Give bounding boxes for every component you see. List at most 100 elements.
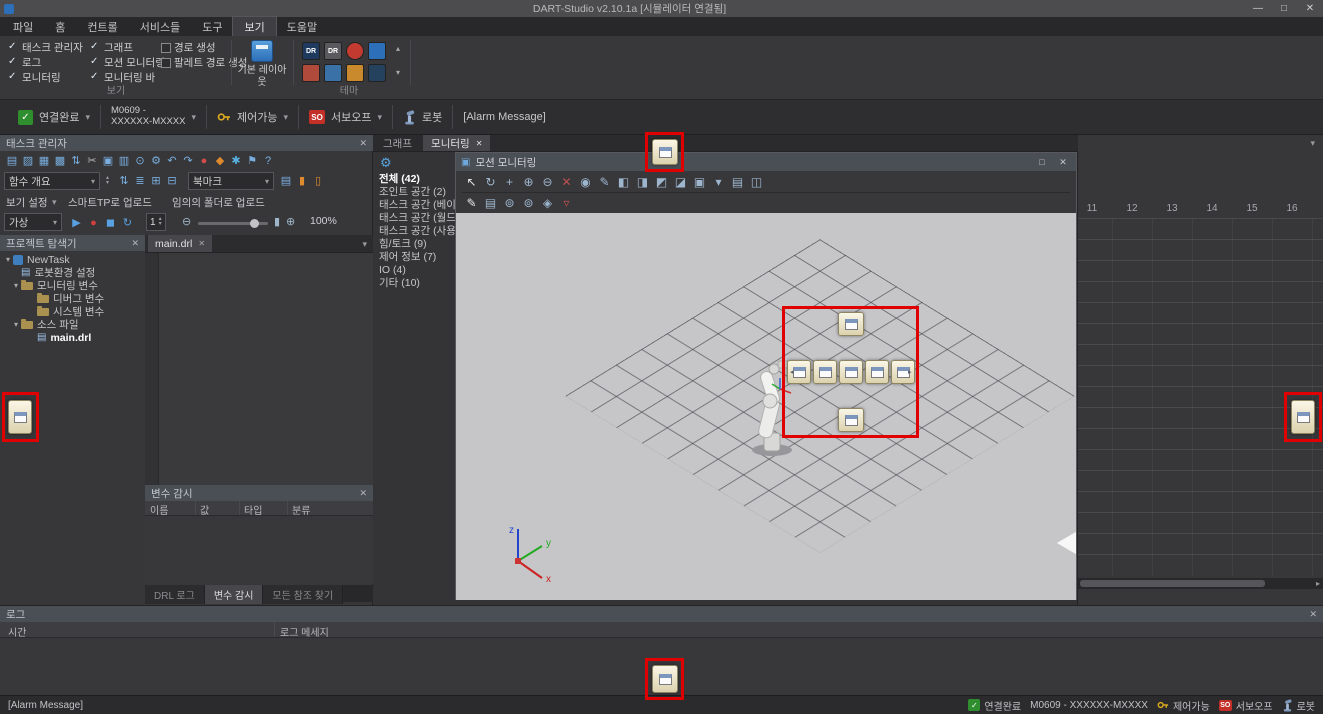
dock-cross-left[interactable]	[813, 360, 837, 384]
outline-tool-icon-1[interactable]: ≣	[132, 173, 148, 188]
watch-tab-1[interactable]: 변수 감시	[205, 585, 264, 604]
scrollbar-thumb[interactable]	[1080, 580, 1265, 587]
motion-tool-icon-0[interactable]: ✎	[462, 194, 481, 212]
close-button[interactable]: ✕	[1297, 3, 1323, 14]
dock-guide-bottom[interactable]	[652, 665, 678, 693]
menu-item-1[interactable]: 홈	[44, 17, 76, 36]
watch-tab-0[interactable]: DRL 로그	[145, 585, 205, 604]
connection-status-button[interactable]: ✓ 연결완료 ▾	[8, 100, 100, 134]
view-checkbox-1[interactable]: 로그	[8, 57, 83, 69]
tab-list-chevron-icon[interactable]: ▾	[362, 239, 367, 250]
statusbar-control[interactable]: 제어가능	[1157, 698, 1210, 713]
run-control-icon-3[interactable]: ↻	[119, 214, 136, 230]
expander-icon[interactable]: ▾	[3, 255, 13, 264]
menu-item-3[interactable]: 서비스들	[129, 17, 191, 36]
expander-icon[interactable]: ▾	[11, 281, 21, 290]
watch-col-value[interactable]: 값	[200, 502, 209, 517]
theme-preset-1[interactable]: DR	[302, 42, 320, 60]
motion-tool-icon-14[interactable]: ▤	[728, 173, 747, 191]
tm-toolbar-icon-16[interactable]: ?	[260, 154, 276, 169]
motion-tool-icon-6[interactable]: ◉	[576, 173, 595, 191]
motion-tool-icon-13[interactable]: ▾	[709, 173, 728, 191]
close-icon[interactable]: ✕	[359, 488, 367, 499]
watch-col-name[interactable]: 이름	[150, 502, 168, 517]
motion-tool-icon-5[interactable]: ▿	[557, 194, 576, 212]
menu-item-4[interactable]: 도구	[191, 17, 233, 36]
close-icon[interactable]: ✕	[131, 238, 139, 249]
motion-tool-icon-5[interactable]: ✕	[557, 173, 576, 191]
menu-item-0[interactable]: 파일	[2, 17, 44, 36]
motion-tool-icon-2[interactable]: ⊚	[500, 194, 519, 212]
default-layout-button[interactable]: 기본 레이아웃	[236, 40, 288, 92]
upload-smarttp-button[interactable]: 스마트TP로 업로드	[68, 195, 152, 210]
motion-tool-icon-15[interactable]: ◫	[747, 173, 766, 191]
view-checkbox-0[interactable]: 경로 생성	[160, 42, 247, 54]
motion-tool-icon-0[interactable]: ↖	[462, 173, 481, 191]
tree-item-main-drl[interactable]: ▤ main.drl	[0, 331, 145, 344]
tm-toolbar-icon-1[interactable]: ▨	[20, 153, 36, 168]
view-checkbox-0[interactable]: 그래프	[90, 42, 165, 54]
tab-graph[interactable]: 그래프	[375, 135, 420, 151]
watch-col-class[interactable]: 분류	[292, 502, 310, 517]
menu-item-6[interactable]: 도움말	[276, 17, 328, 36]
tm-toolbar-icon-0[interactable]: ▤	[4, 153, 20, 168]
gear-icon[interactable]: ⚙	[380, 155, 392, 171]
motion-tool-icon-11[interactable]: ◪	[671, 173, 690, 191]
minimize-button[interactable]: —	[1245, 3, 1271, 14]
tm-toolbar-icon-11[interactable]: ↷	[180, 153, 196, 168]
tm-toolbar-icon-6[interactable]: ▣	[100, 153, 116, 168]
outline-tool-icon-3[interactable]: ⊟	[164, 173, 180, 188]
tm-toolbar-icon-13[interactable]: ◆	[212, 153, 228, 168]
motion-tool-icon-2[interactable]: +	[500, 173, 519, 191]
log-col-message[interactable]: 로그 메세지	[280, 624, 329, 639]
maximize-button[interactable]: □	[1034, 157, 1050, 167]
bookmark-combobox[interactable]: 북마크 ▾	[188, 172, 274, 190]
statusbar-connection[interactable]: ✓ 연결완료	[968, 698, 1021, 713]
code-editor[interactable]	[145, 253, 373, 485]
tm-toolbar-icon-3[interactable]: ▩	[52, 153, 68, 168]
view-checkbox-0[interactable]: 태스크 관리자	[8, 42, 83, 54]
dock-guide-right[interactable]	[1291, 400, 1315, 434]
zoom-in-icon[interactable]: ⊕	[286, 215, 295, 228]
log-col-time[interactable]: 시간	[8, 624, 26, 639]
dock-cross-bottom[interactable]	[838, 408, 864, 432]
maximize-button[interactable]: □	[1271, 3, 1297, 14]
theme-preset-3[interactable]	[346, 42, 364, 60]
close-icon[interactable]: ✕	[1309, 609, 1317, 620]
motion-window-titlebar[interactable]: ▣ 모션 모니터링 □ ✕	[456, 153, 1076, 171]
dock-cross-top[interactable]	[838, 312, 864, 336]
tab-monitoring[interactable]: 모니터링 ✕	[423, 135, 490, 151]
menu-item-5[interactable]: 보기	[233, 17, 275, 36]
tree-item-source-files[interactable]: ▾ 소스 파일	[0, 318, 145, 331]
outline-tool-icon-2[interactable]: ⊞	[148, 173, 164, 188]
view-settings-button[interactable]: 보기 설정	[6, 195, 48, 210]
motion-tool-icon-9[interactable]: ◨	[633, 173, 652, 191]
motion-tool-icon-7[interactable]: ✎	[595, 173, 614, 191]
motion-tool-icon-3[interactable]: ⊚	[519, 194, 538, 212]
tm-toolbar-icon-10[interactable]: ↶	[164, 153, 180, 168]
table-col-5[interactable]: 16	[1272, 203, 1312, 214]
tm-toolbar-icon-15[interactable]: ⚑	[244, 153, 260, 168]
motion-tool-icon-1[interactable]: ▤	[481, 194, 500, 212]
close-icon[interactable]: ✕	[476, 139, 483, 148]
bookmark-tool-icon-1[interactable]: ▮	[294, 173, 310, 188]
dock-guide-left[interactable]	[8, 400, 32, 434]
tm-toolbar-icon-7[interactable]: ▥	[116, 153, 132, 168]
table-col-1[interactable]: 12	[1112, 203, 1152, 214]
tm-toolbar-icon-12[interactable]: ●	[196, 154, 212, 169]
motion-tool-icon-12[interactable]: ▣	[690, 173, 709, 191]
servo-state-button[interactable]: SO 서보오프 ▾	[299, 100, 392, 134]
table-col-2[interactable]: 13	[1152, 203, 1192, 214]
theme-preset-4[interactable]	[368, 42, 386, 60]
motion-tool-icon-4[interactable]: ◈	[538, 194, 557, 212]
control-authority-button[interactable]: 제어가능 ▾	[207, 100, 298, 134]
theme-preset-8[interactable]	[368, 64, 386, 82]
zoom-slider-handle[interactable]	[250, 219, 259, 228]
bookmark-tool-icon-2[interactable]: ▯	[310, 173, 326, 188]
motion-tool-icon-10[interactable]: ◩	[652, 173, 671, 191]
run-control-icon-2[interactable]: ◼	[102, 214, 119, 230]
dock-cross-right[interactable]	[865, 360, 889, 384]
function-outline-combobox[interactable]: 함수 개요 ▾	[4, 172, 100, 190]
tm-toolbar-icon-2[interactable]: ▦	[36, 153, 52, 168]
zoom-slider[interactable]	[198, 222, 268, 225]
